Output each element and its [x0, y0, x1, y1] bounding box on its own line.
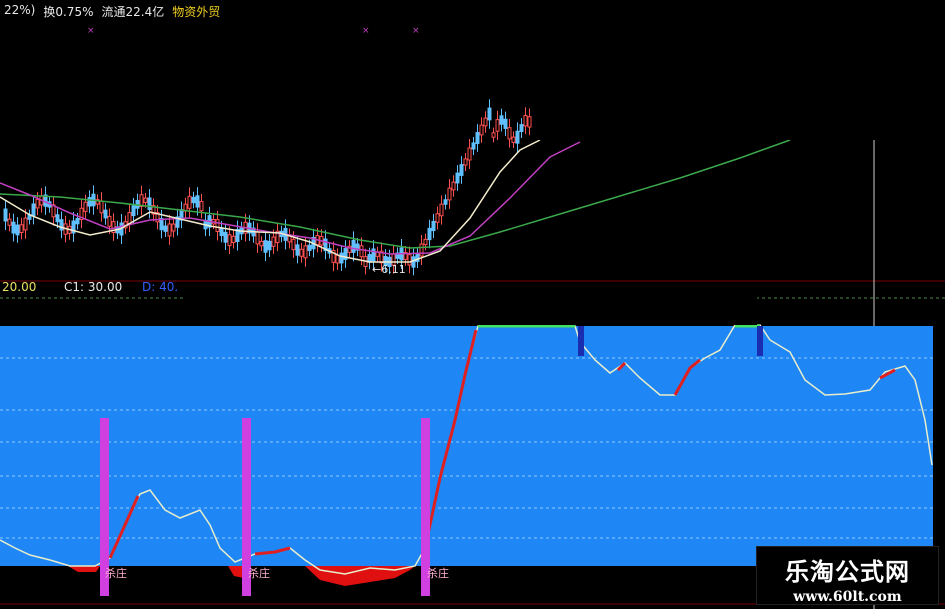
- candle-body: [7, 218, 12, 226]
- candle-body: [87, 197, 92, 207]
- candle-body: [507, 127, 512, 140]
- candle-body: [471, 142, 476, 150]
- candle-body: [439, 203, 444, 217]
- candle-body: [163, 225, 168, 232]
- candle-body: [195, 195, 200, 208]
- candle-body: [59, 219, 64, 231]
- candle-body: [435, 213, 440, 223]
- candle-body: [451, 181, 456, 191]
- candle-body: [447, 187, 452, 201]
- candle-body: [31, 203, 36, 217]
- signal-label-2: 杀庄: [248, 566, 270, 580]
- signal-label-3: 杀庄: [427, 566, 449, 580]
- candle-body: [443, 199, 448, 205]
- signal-label-1: 杀庄: [105, 566, 127, 580]
- candle-body: [499, 115, 504, 125]
- candle-body: [423, 238, 428, 246]
- candle-body: [231, 235, 236, 243]
- candle-body: [147, 197, 152, 211]
- watermark-title: 乐淘公式网: [785, 558, 910, 586]
- candle-body: [83, 201, 88, 212]
- candle-body: [131, 205, 136, 217]
- indicator-d-value: D: 40.: [142, 280, 179, 294]
- candle-body: [11, 221, 16, 234]
- indicator-legend: 20.00 C1: 30.00 D: 40.: [0, 279, 945, 297]
- indicator-a-value: 20.00: [2, 280, 37, 294]
- candle-body: [23, 217, 28, 231]
- candle-body: [491, 132, 496, 138]
- candle-body: [307, 244, 312, 251]
- candle-body: [303, 245, 308, 259]
- candle-body: [483, 117, 488, 127]
- candle-body: [167, 223, 172, 237]
- indicator-blue-zone: [0, 326, 933, 566]
- candle-body: [35, 198, 40, 209]
- svg-text:×: ×: [362, 26, 370, 36]
- candle-body: [75, 218, 80, 225]
- candle-body: [515, 130, 520, 144]
- candle-body: [227, 234, 232, 247]
- candle-body: [459, 164, 464, 176]
- candle-body: [431, 220, 436, 232]
- candle-body: [487, 107, 492, 121]
- low-price-marker: ←6.11: [372, 263, 406, 276]
- candle-body: [339, 252, 344, 264]
- candle-body: [263, 240, 268, 253]
- candle-body: [427, 227, 432, 241]
- candle-body: [199, 201, 204, 212]
- candle-body: [19, 224, 24, 234]
- candle-body: [359, 245, 364, 258]
- candle-body: [107, 215, 112, 227]
- candle-body: [411, 256, 416, 268]
- candlesticks: [3, 99, 532, 276]
- candle-body: [463, 158, 468, 166]
- candle-body: [511, 136, 516, 143]
- candle-body: [99, 200, 104, 214]
- candle-body: [143, 197, 148, 204]
- candle-body: [475, 132, 480, 144]
- candle-body: [15, 224, 20, 236]
- candle-body: [3, 208, 8, 222]
- candle-body: [103, 209, 108, 219]
- candle-body: [407, 254, 412, 266]
- candle-body: [523, 115, 528, 127]
- candle-body: [291, 238, 296, 251]
- candle-body: [467, 147, 472, 161]
- candle-body: [255, 231, 260, 245]
- candle-body: [519, 124, 524, 133]
- svg-text:×: ×: [87, 26, 95, 36]
- svg-text:×: ×: [412, 26, 420, 36]
- candle-body: [55, 214, 60, 223]
- candle-body: [271, 236, 276, 247]
- candle-body: [415, 254, 420, 262]
- candle-body: [259, 240, 264, 247]
- candle-body: [191, 196, 196, 204]
- candle-body: [503, 118, 508, 129]
- candle-body: [267, 240, 272, 251]
- candle-body: [295, 244, 300, 256]
- candle-body: [219, 227, 224, 236]
- candle-body: [299, 248, 304, 257]
- candle-body: [223, 231, 228, 243]
- candle-body: [419, 243, 424, 257]
- candle-body: [171, 223, 176, 232]
- candle-body: [455, 172, 460, 184]
- candle-body: [351, 239, 356, 253]
- site-watermark: 乐淘公式网 www.60lt.com: [756, 546, 939, 605]
- candle-body: [527, 116, 532, 128]
- indicator-c1-value: C1: 30.00: [64, 280, 123, 294]
- candle-body: [127, 212, 132, 225]
- watermark-url: www.60lt.com: [793, 589, 902, 605]
- candle-body: [495, 119, 500, 132]
- candle-body: [335, 254, 340, 264]
- candle-body: [215, 219, 220, 232]
- occluded-region-top: [533, 0, 945, 140]
- candle-body: [479, 124, 484, 136]
- candle-body: [187, 195, 192, 209]
